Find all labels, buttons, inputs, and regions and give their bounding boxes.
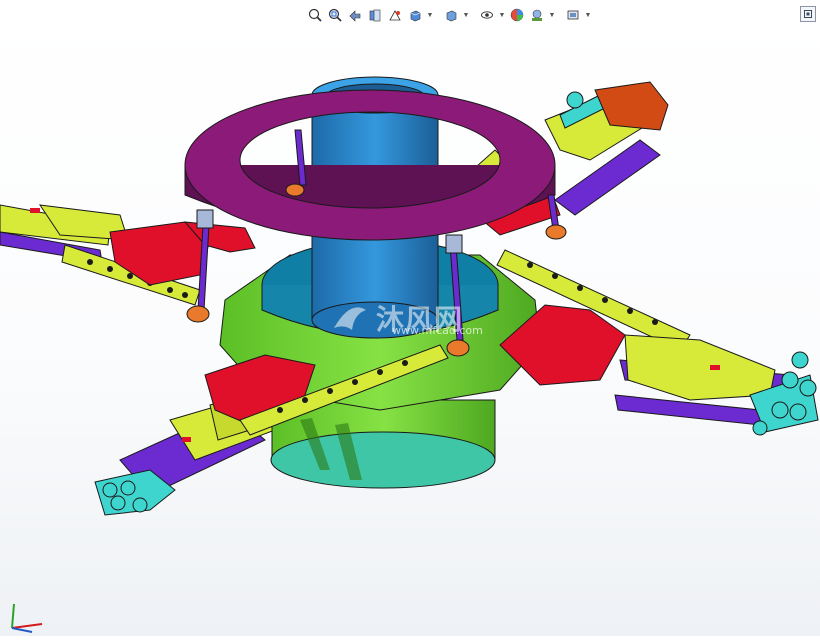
hide-show-dropdown-icon[interactable]: ▼ <box>498 6 506 24</box>
section-view-icon[interactable] <box>366 6 384 24</box>
apply-scene-dropdown-icon[interactable]: ▼ <box>548 6 556 24</box>
apply-scene-icon[interactable] <box>528 6 546 24</box>
graphics-viewport[interactable]: ▼ ▼ ▼ ▼ ▼ 沐风网 www.mfcad.com <box>0 0 820 636</box>
view-settings-dropdown-icon[interactable]: ▼ <box>584 6 592 24</box>
view-orientation-dropdown-icon[interactable]: ▼ <box>426 6 434 24</box>
view-orientation-icon[interactable] <box>406 6 424 24</box>
model-3d-view[interactable] <box>0 0 820 636</box>
watermark-url: www.mfcad.com <box>392 324 483 337</box>
arm-left[interactable] <box>0 204 256 306</box>
view-settings-icon[interactable] <box>564 6 582 24</box>
maximize-view-button[interactable] <box>800 6 816 22</box>
previous-view-icon[interactable] <box>346 6 364 24</box>
edit-appearance-icon[interactable] <box>508 6 526 24</box>
arm-right[interactable] <box>496 249 819 436</box>
display-style-icon[interactable] <box>442 6 460 24</box>
zoom-to-area-icon[interactable] <box>326 6 344 24</box>
zoom-to-fit-icon[interactable] <box>306 6 324 24</box>
maximize-icon <box>804 10 812 18</box>
reference-triad-icon <box>11 603 43 633</box>
heads-up-view-toolbar: ▼ ▼ ▼ ▼ ▼ <box>306 4 592 26</box>
display-style-dropdown-icon[interactable]: ▼ <box>462 6 470 24</box>
hide-show-items-icon[interactable] <box>478 6 496 24</box>
dynamic-annotation-icon[interactable] <box>386 6 404 24</box>
